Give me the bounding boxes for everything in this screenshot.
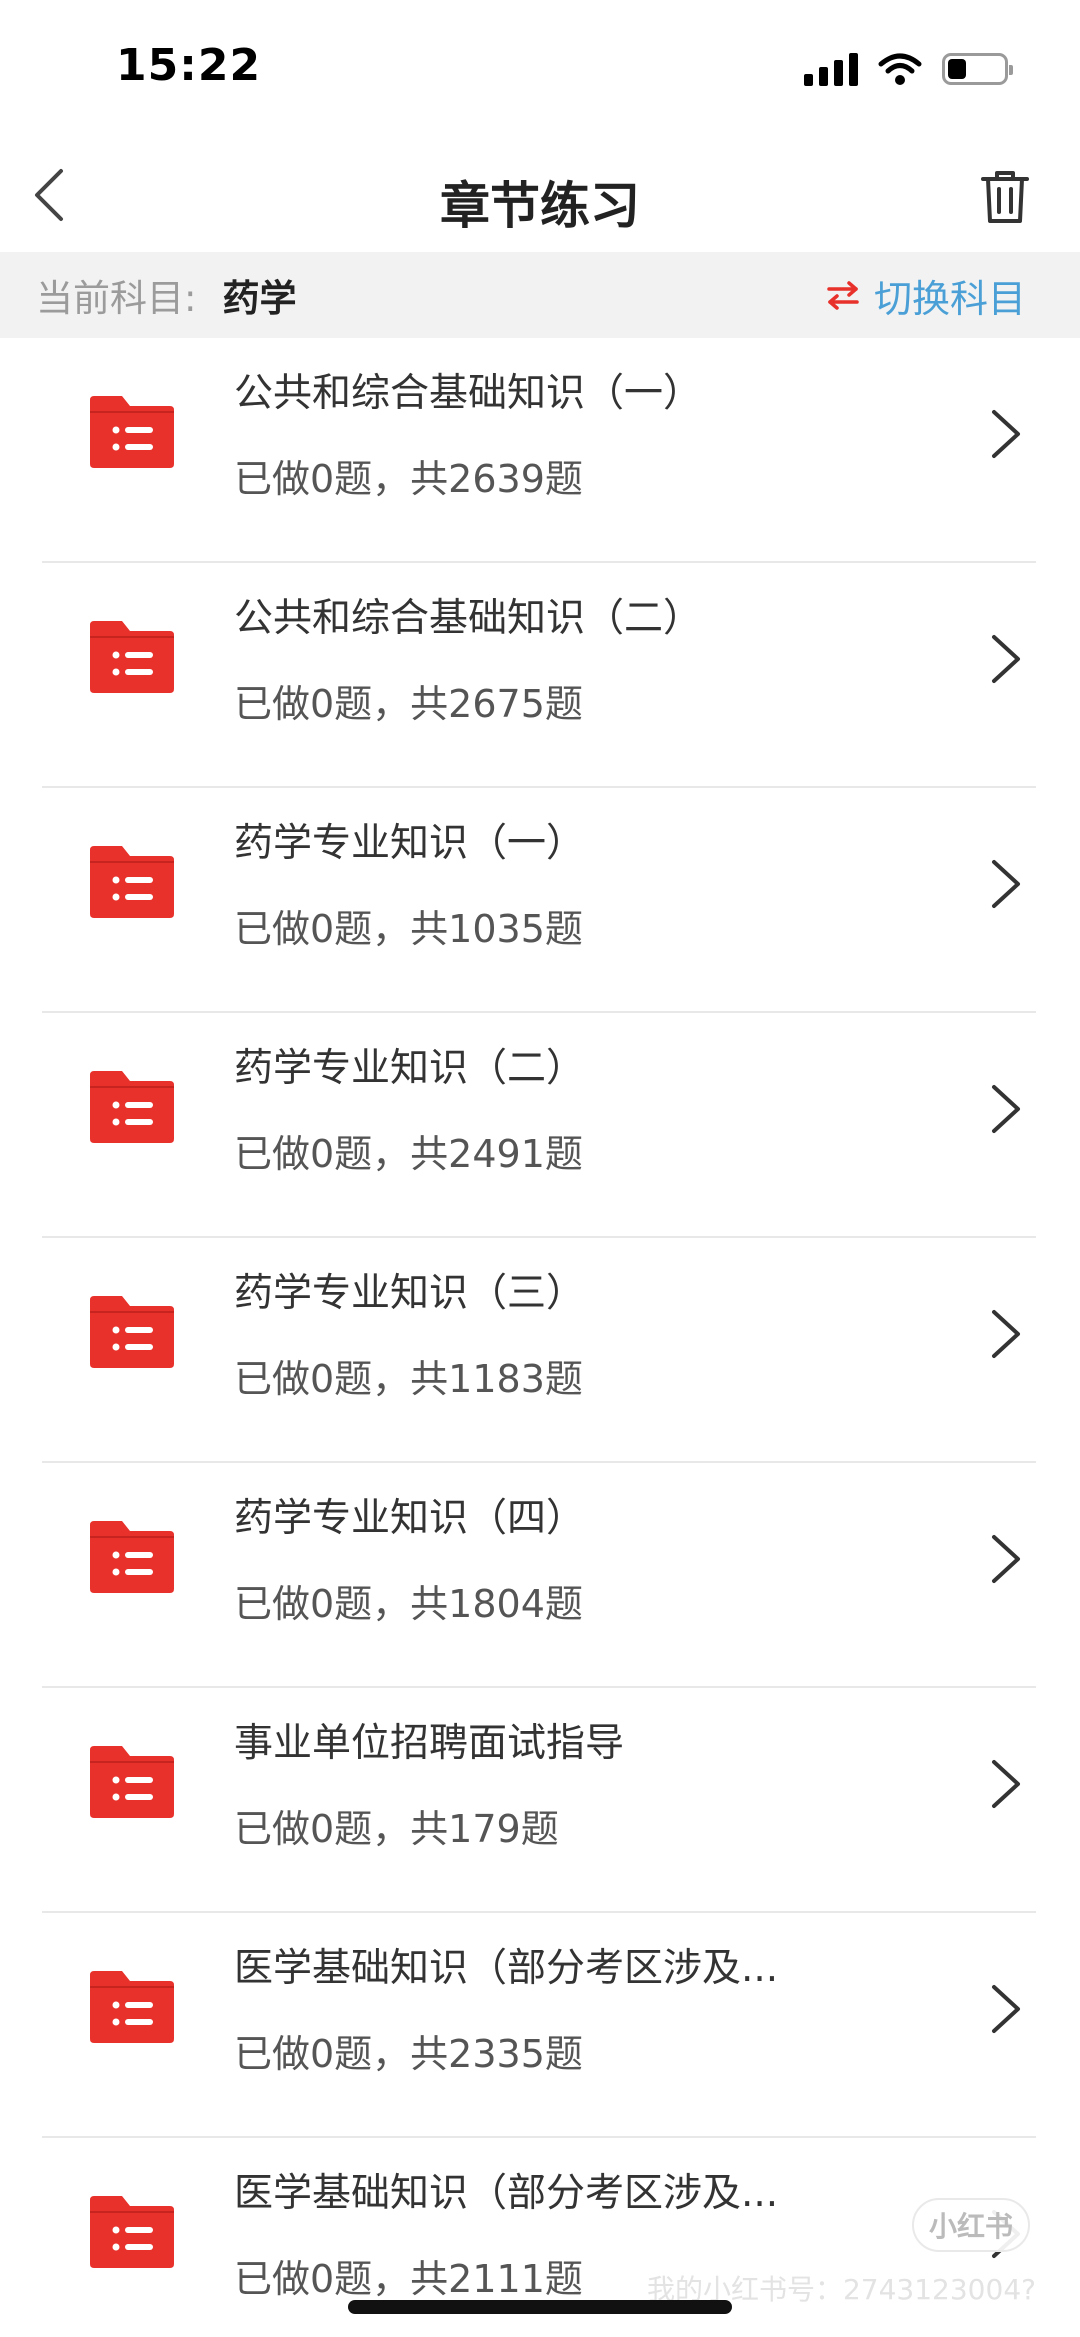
- chapter-list: 公共和综合基础知识（一） 已做0题，共2639题 公共和综合基础知识（二） 已做…: [0, 338, 1080, 2337]
- chapter-progress: 已做0题，共1035题: [234, 907, 583, 951]
- chapter-title: 公共和综合基础知识（二）: [234, 596, 703, 641]
- delete-button[interactable]: [970, 162, 1040, 232]
- chapter-progress: 已做0题，共1804题: [234, 1582, 583, 1626]
- chevron-right-icon: [992, 1085, 1020, 1133]
- chapter-progress: 已做0题，共2111题: [234, 2257, 583, 2301]
- chapter-item-3[interactable]: 药学专业知识（一） 已做0题，共1035题: [0, 788, 1080, 1013]
- chevron-right-icon: [992, 410, 1020, 458]
- battery-icon: [942, 53, 1013, 85]
- trash-icon: [981, 171, 1029, 223]
- page-title: 章节练习: [440, 177, 640, 235]
- chapter-progress: 已做0题，共2639题: [234, 457, 583, 501]
- chevron-right-icon: [992, 1985, 1020, 2033]
- status-bar: 15:22: [0, 0, 1080, 140]
- folder-list-icon: [90, 1071, 174, 1143]
- switch-subject-label: 切换科目: [873, 276, 1026, 321]
- chapter-title: 药学专业知识（三）: [234, 1271, 586, 1316]
- chapter-title: 药学专业知识（四）: [234, 1496, 586, 1541]
- chapter-item-7[interactable]: 事业单位招聘面试指导 已做0题，共179题: [0, 1688, 1080, 1913]
- chapter-title: 药学专业知识（二）: [234, 1046, 586, 1091]
- nav-bar: 章节练习: [0, 140, 1080, 252]
- chapter-progress: 已做0题，共1183题: [234, 1357, 583, 1401]
- chapter-progress: 已做0题，共179题: [234, 1807, 559, 1851]
- folder-list-icon: [90, 1971, 174, 2043]
- chapter-item-1[interactable]: 公共和综合基础知识（一） 已做0题，共2639题: [0, 338, 1080, 563]
- folder-list-icon: [90, 621, 174, 693]
- chevron-right-icon: [992, 1535, 1020, 1583]
- subject-bar: 当前科目: 药学 切换科目: [0, 252, 1080, 338]
- chapter-progress: 已做0题，共2675题: [234, 682, 583, 726]
- chevron-right-icon: [992, 1760, 1020, 1808]
- home-indicator[interactable]: [348, 2300, 732, 2314]
- chapter-item-8[interactable]: 医学基础知识（部分考区涉及... 已做0题，共2335题: [0, 1913, 1080, 2138]
- chapter-progress: 已做0题，共2491题: [234, 1132, 583, 1176]
- chapter-item-6[interactable]: 药学专业知识（四） 已做0题，共1804题: [0, 1463, 1080, 1688]
- subject-value: 药学: [222, 277, 297, 320]
- chapter-item-5[interactable]: 药学专业知识（三） 已做0题，共1183题: [0, 1238, 1080, 1463]
- chapter-progress: 已做0题，共2335题: [234, 2032, 583, 2076]
- folder-list-icon: [90, 1521, 174, 1593]
- chapter-title: 医学基础知识（部分考区涉及...: [234, 1946, 779, 1991]
- chapter-title: 药学专业知识（一）: [234, 821, 586, 866]
- chapter-item-4[interactable]: 药学专业知识（二） 已做0题，共2491题: [0, 1013, 1080, 1238]
- folder-list-icon: [90, 1746, 174, 1818]
- chapter-title: 公共和综合基础知识（一）: [234, 371, 703, 416]
- folder-list-icon: [90, 1296, 174, 1368]
- watermark-badge: 小红书: [912, 2198, 1030, 2252]
- folder-list-icon: [90, 846, 174, 918]
- subject-label: 当前科目:: [36, 277, 197, 320]
- chevron-right-icon: [992, 635, 1020, 683]
- folder-list-icon: [90, 2196, 174, 2268]
- chapter-title: 事业单位招聘面试指导: [234, 1721, 625, 1766]
- status-icons: [804, 52, 1013, 86]
- chevron-right-icon: [992, 860, 1020, 908]
- folder-list-icon: [90, 396, 174, 468]
- chevron-right-icon: [992, 1310, 1020, 1358]
- switch-arrows-icon: [827, 281, 859, 310]
- switch-subject-button[interactable]: 切换科目: [826, 252, 1026, 338]
- chapter-title: 医学基础知识（部分考区涉及...: [234, 2171, 779, 2216]
- page: 15:22 章节练习 当前科目: 药学 切换科目 公共和综合基础知识（一） 已做…: [0, 0, 1080, 2337]
- chapter-item-2[interactable]: 公共和综合基础知识（二） 已做0题，共2675题: [0, 563, 1080, 788]
- status-time: 15:22: [116, 40, 262, 91]
- wifi-icon: [878, 53, 922, 85]
- signal-icon: [804, 52, 858, 86]
- battery-level: [948, 59, 967, 79]
